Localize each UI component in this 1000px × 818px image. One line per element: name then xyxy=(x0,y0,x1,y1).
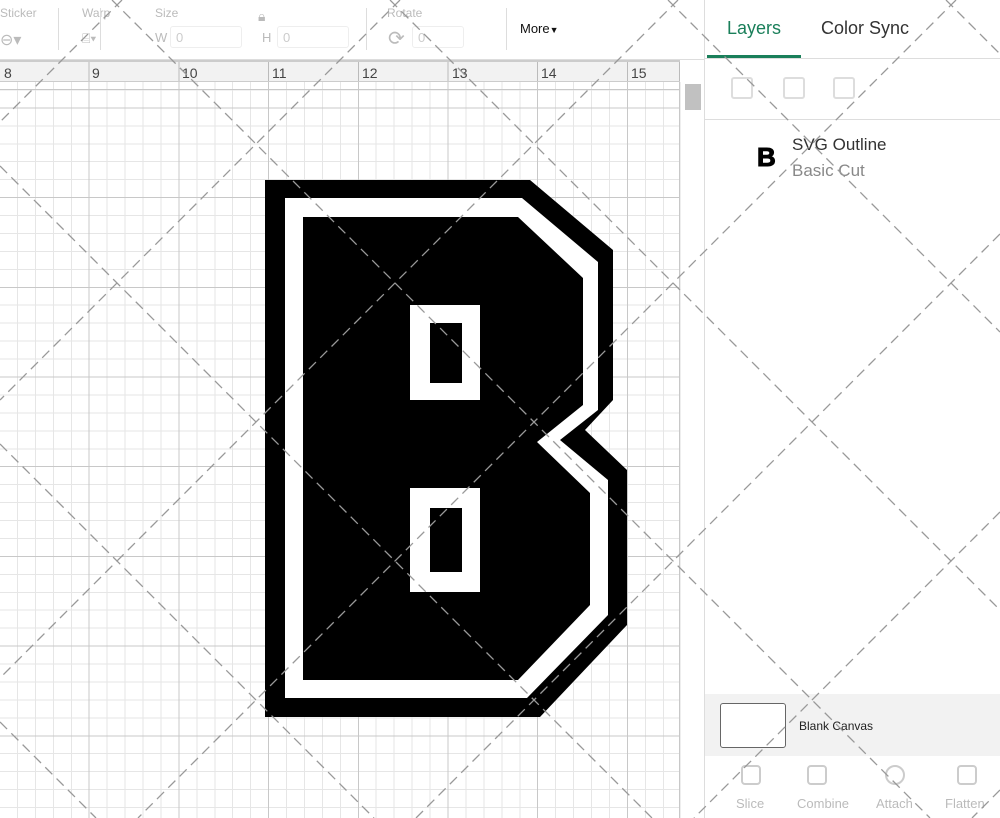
width-input[interactable]: 0 xyxy=(170,26,242,48)
caret-down-icon: ▼ xyxy=(549,25,559,35)
blank-canvas-row[interactable]: Blank Canvas xyxy=(705,694,1000,756)
warp-icon[interactable]: ⌸▾ xyxy=(82,30,96,47)
layers-panel: Layers Color Sync B SVG Outline Basic Cu… xyxy=(704,0,1000,818)
more-label: More xyxy=(520,21,550,36)
tab-layers[interactable]: Layers xyxy=(727,18,781,39)
slice-icon[interactable] xyxy=(741,765,761,785)
letter-b-design[interactable] xyxy=(0,82,680,818)
layer-item[interactable]: SVG Outline Basic Cut xyxy=(792,135,887,181)
sticker-label: Sticker xyxy=(0,6,37,20)
blank-canvas-swatch[interactable] xyxy=(720,703,786,748)
layer-type: Basic Cut xyxy=(792,161,865,180)
design-canvas[interactable] xyxy=(0,82,680,818)
tab-color-sync[interactable]: Color Sync xyxy=(821,18,909,39)
lock-icon[interactable]: 🔒︎ xyxy=(258,8,265,25)
flatten-icon[interactable] xyxy=(957,765,977,785)
rotate-label: Rotate xyxy=(387,6,423,20)
ruler-tick: 8 xyxy=(4,65,12,81)
layer-name: SVG Outline xyxy=(792,135,887,154)
size-label: Size xyxy=(155,6,179,20)
edit-toolbar: Sticker ⊖▾ Warp ⌸▾ Size W 0 🔒︎ H 0 Rotat… xyxy=(0,0,704,60)
combine-button[interactable]: Combine xyxy=(797,796,849,812)
ruler-tick: 14 xyxy=(541,65,557,81)
scrollbar-thumb[interactable] xyxy=(685,84,701,110)
combine-icon[interactable] xyxy=(807,765,827,785)
flatten-button[interactable]: Flatten xyxy=(945,796,985,812)
width-label: W xyxy=(155,30,168,45)
rotate-icon: ⟳ xyxy=(388,28,405,50)
ruler-tick: 9 xyxy=(92,65,100,81)
group-icon[interactable] xyxy=(731,77,753,99)
attach-button[interactable]: Attach xyxy=(876,796,913,812)
ruler-tick: 13 xyxy=(452,65,468,81)
sticker-icon[interactable]: ⊖▾ xyxy=(0,30,21,50)
ruler-tick: 15 xyxy=(631,65,647,81)
rotate-input[interactable]: 0 xyxy=(412,26,464,48)
warp-label: Warp xyxy=(82,6,111,20)
vertical-scrollbar[interactable] xyxy=(680,82,704,818)
slice-button[interactable]: Slice xyxy=(736,796,764,812)
attach-icon[interactable] xyxy=(885,765,905,785)
height-input[interactable]: 0 xyxy=(277,26,349,48)
height-label: H xyxy=(262,30,272,45)
ruler-tick: 10 xyxy=(182,65,198,81)
blank-canvas-label: Blank Canvas xyxy=(799,719,874,733)
duplicate-icon[interactable] xyxy=(783,77,805,99)
layer-tools xyxy=(705,58,1000,120)
ruler-tick: 11 xyxy=(272,65,287,81)
layer-thumbnail-icon: B xyxy=(757,142,777,173)
ruler-tick: 12 xyxy=(362,65,378,81)
more-button[interactable]: More▼ xyxy=(520,21,559,36)
horizontal-ruler: 8 9 10 11 12 13 14 15 xyxy=(0,60,680,82)
delete-icon[interactable] xyxy=(833,77,855,99)
